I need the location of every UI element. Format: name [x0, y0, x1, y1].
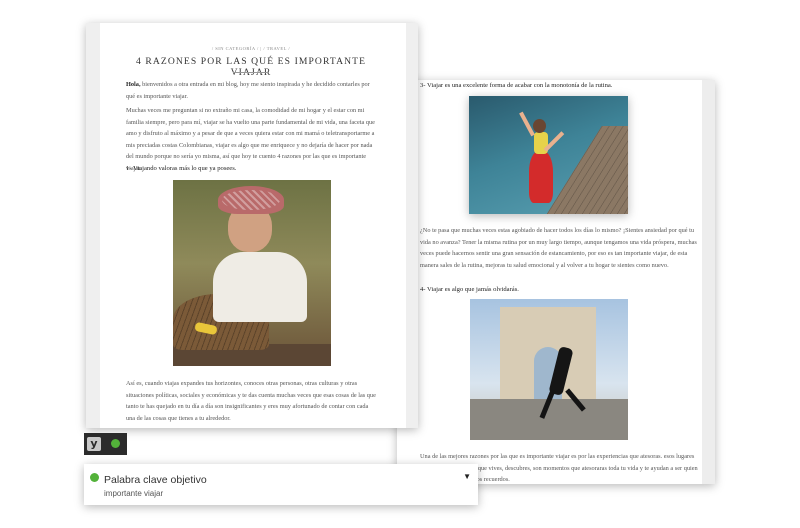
focus-keyword-label: Palabra clave objetivo	[104, 474, 207, 486]
seo-status-dot-icon	[111, 439, 120, 448]
focus-keyword-value: importante viajar	[104, 489, 164, 498]
paragraph-2: Así es, cuando viajas expandes tus horiz…	[126, 380, 376, 422]
seo-toolbar[interactable]: y	[84, 433, 127, 455]
collapse-toggle-icon[interactable]: ▼	[463, 472, 471, 481]
heading-reason-3: 3- Viajar es una excelente forma de acab…	[420, 82, 613, 89]
post-categories[interactable]: / SIN CATEGORÍA / | / TRAVEL /	[126, 46, 376, 51]
photo-woman-with-scarf	[173, 180, 331, 366]
photo-woman-on-dock	[469, 96, 628, 214]
keyword-status-icon	[90, 473, 99, 482]
front-page-left-margin	[86, 23, 100, 428]
heading-reason-4: 4- Viajar es algo que jamás olvidarás.	[420, 286, 519, 293]
focus-keyword-panel[interactable]: Palabra clave objetivo importante viajar…	[84, 464, 478, 505]
photo-arc-de-triomphe	[470, 299, 628, 440]
front-page-scrollbar[interactable]	[406, 23, 418, 428]
post-title: 4 RAZONES POR LAS QUÉ ES IMPORTANTE VIAJ…	[135, 56, 367, 78]
back-page-scrollbar[interactable]	[702, 80, 715, 484]
paragraph-reason-3: ¿No te pasa que muchas veces estas agobi…	[420, 227, 697, 269]
intro-greeting: Hola,	[126, 81, 141, 88]
intro-paragraph: Hola, bienvenidos a otra entrada en mi b…	[126, 79, 376, 102]
intro-text: bienvenidos a otra entrada en mi blog, h…	[126, 81, 370, 100]
heading-reason-1: 1- Viajando valoras más lo que ya posees…	[126, 165, 237, 172]
yoast-logo-icon: y	[87, 437, 101, 451]
title-divider	[233, 72, 269, 73]
